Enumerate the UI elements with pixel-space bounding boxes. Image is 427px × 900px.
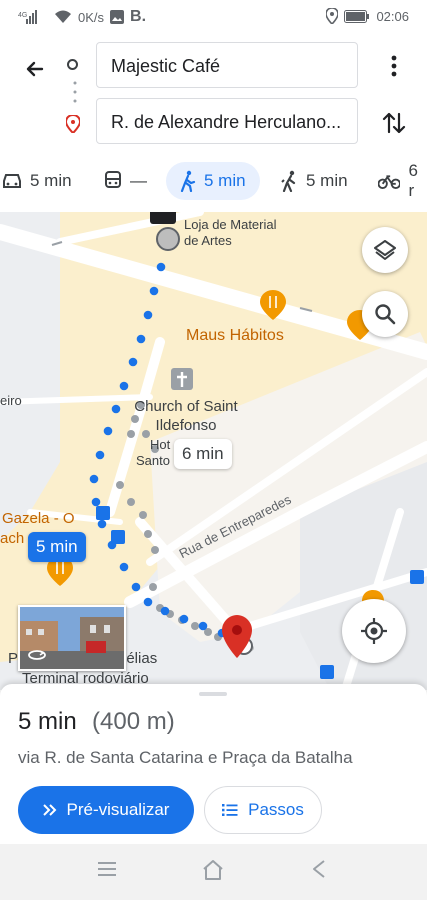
layers-button[interactable]: [362, 227, 408, 273]
map-label-maus-habitos: Maus Hábitos: [186, 327, 284, 344]
signal-icon: 4G: [18, 9, 48, 25]
double-chevron-icon: [42, 804, 56, 816]
map-label-hotel: Hot: [150, 437, 171, 452]
map-label-gazela-2: ach: [0, 530, 25, 547]
more-options-button[interactable]: [382, 54, 406, 83]
map-label-hotel-santo: Santo: [136, 453, 170, 468]
search-along-route-button[interactable]: [362, 291, 408, 337]
menu-icon: [98, 862, 116, 876]
origin-field[interactable]: Majestic Café: [96, 42, 358, 88]
route-distance: (400 m): [92, 708, 175, 735]
battery-icon: [344, 9, 370, 23]
map-label-p: P: [8, 650, 19, 667]
more-vert-icon: [391, 55, 397, 77]
nav-menu-button[interactable]: [96, 858, 118, 885]
mode-car[interactable]: 5 min: [2, 162, 72, 200]
arrow-back-icon: [26, 61, 44, 77]
bike-icon: [378, 175, 401, 189]
map-view[interactable]: Loja de Material de Artes Maus Hábitos C…: [0, 212, 427, 690]
sheet-drag-handle[interactable]: [199, 692, 227, 696]
route-dots-icon: [73, 80, 77, 109]
network-speed: 0K/s: [78, 9, 105, 25]
route-via: via R. de Santa Catarina e Praça da Bata…: [18, 748, 353, 767]
rideshare-icon: [281, 170, 296, 192]
mode-rideshare[interactable]: 5 min: [280, 162, 348, 200]
back-button[interactable]: [18, 54, 50, 86]
route-duration: 5 min: [18, 708, 77, 735]
layers-icon: [374, 240, 396, 260]
map-label-gazela: Gazela - O: [2, 510, 75, 527]
selected-route-time[interactable]: 5 min: [28, 532, 86, 562]
mode-bike-label: 6 r: [408, 161, 418, 200]
map-label-church: Church of Saint Ildefonso: [134, 398, 238, 434]
mode-transit-label: —: [130, 171, 147, 190]
walk-icon: [180, 170, 196, 192]
directions-panel: Majestic Café R. de Alexandre Herculano.…: [0, 32, 427, 212]
preview-button[interactable]: Pré-visualizar: [18, 786, 194, 834]
train-icon: [105, 171, 121, 188]
mode-bike[interactable]: 6 r: [378, 161, 427, 200]
mode-car-label: 5 min: [30, 171, 72, 190]
my-location-button[interactable]: [342, 599, 406, 663]
map-label-street: eiro: [0, 393, 22, 408]
travel-modes: 5 min — 5 min 5 min 6 r: [0, 161, 427, 206]
b-app-icon: B.: [130, 8, 147, 25]
clock: 02:06: [376, 8, 409, 24]
mode-walk-label: 5 min: [204, 171, 246, 190]
mode-walk[interactable]: 5 min: [166, 162, 260, 200]
map-label-art-shop: Loja de Material de Artes: [184, 217, 277, 248]
location-icon: [326, 8, 339, 24]
swap-vert-icon: [382, 112, 406, 134]
svg-text:4G: 4G: [18, 12, 27, 19]
wifi-icon: [54, 10, 72, 24]
status-bar: 4G 0K/s B. 02:06: [0, 0, 427, 32]
back-triangle-icon: [313, 860, 325, 878]
preview-button-label: Pré-visualizar: [66, 800, 170, 819]
mode-transit[interactable]: —: [104, 162, 147, 200]
route-summary-sheet[interactable]: 5 min (400 m) via R. de Santa Catarina e…: [0, 684, 427, 844]
search-icon: [375, 304, 396, 325]
image-icon: [110, 10, 125, 24]
street-view-thumbnail[interactable]: [18, 605, 126, 671]
system-nav-bar: [0, 844, 427, 900]
home-icon: [203, 860, 223, 880]
list-icon: [222, 804, 238, 816]
mode-rideshare-label: 5 min: [306, 171, 348, 190]
nav-home-button[interactable]: [201, 858, 225, 887]
destination-field[interactable]: R. de Alexandre Herculano...: [96, 98, 358, 144]
my-location-icon: [361, 618, 387, 644]
swap-button[interactable]: [382, 110, 406, 141]
street-view-360-icon: [28, 647, 46, 665]
steps-button[interactable]: Passos: [204, 786, 322, 834]
steps-button-label: Passos: [248, 800, 304, 819]
origin-circle-icon: [67, 59, 78, 70]
destination-pin-icon: [64, 113, 82, 138]
alt-route-time[interactable]: 6 min: [174, 439, 232, 469]
nav-back-button[interactable]: [308, 858, 330, 885]
car-icon: [3, 174, 21, 188]
